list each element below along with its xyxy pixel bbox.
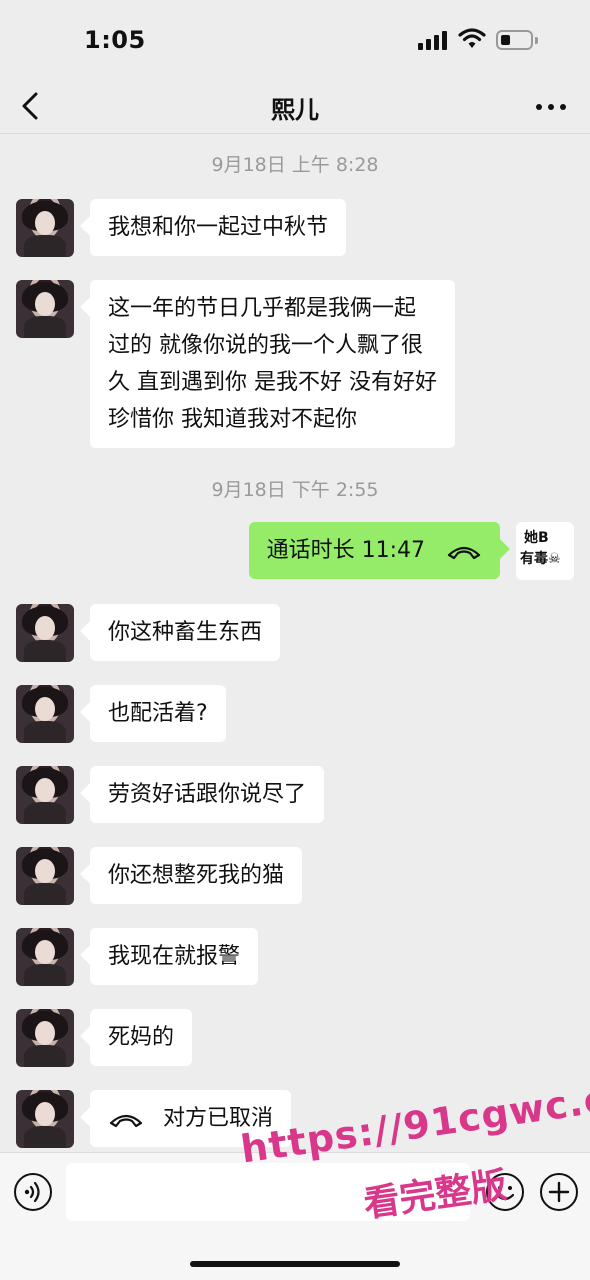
contact-avatar[interactable] bbox=[16, 199, 74, 257]
message-bubble[interactable]: 死妈的 bbox=[90, 1009, 193, 1066]
timestamp: 9月18日 上午 8:28 bbox=[211, 154, 379, 176]
message-text: 你还想整死我的猫 bbox=[108, 863, 285, 888]
phone-handset-icon bbox=[447, 546, 481, 560]
message-bubble[interactable]: 劳资好话跟你说尽了 bbox=[90, 766, 325, 823]
voice-input-icon[interactable] bbox=[14, 1173, 52, 1211]
home-indicator[interactable] bbox=[190, 1261, 400, 1267]
my-avatar-line2: 有毒☠ bbox=[520, 551, 561, 567]
message-bubble[interactable]: 你还想整死我的猫 bbox=[90, 847, 303, 904]
message-bubble[interactable]: 也配活着? bbox=[90, 685, 226, 742]
contact-avatar[interactable] bbox=[16, 280, 74, 338]
contact-avatar[interactable] bbox=[16, 928, 74, 986]
message-text: 你这种畜生东西 bbox=[108, 620, 263, 645]
wifi-icon bbox=[458, 28, 486, 48]
contact-avatar[interactable] bbox=[16, 1090, 74, 1148]
message-bubble[interactable]: 我想和你一起过中秋节 bbox=[90, 199, 347, 256]
message-bubble[interactable]: 这一年的节日几乎都是我俩一起 过的 就像你说的我一个人飘了很 久 直到遇到你 是… bbox=[90, 280, 455, 448]
my-avatar[interactable]: 她B 有毒☠ bbox=[516, 522, 574, 580]
battery-icon bbox=[496, 30, 538, 50]
message-text: 也配活着? bbox=[108, 701, 208, 726]
add-more-icon[interactable] bbox=[540, 1173, 578, 1211]
chat-title: 熙儿 bbox=[271, 96, 319, 124]
timestamp: 9月18日 下午 2:55 bbox=[211, 479, 379, 501]
more-options-icon[interactable] bbox=[534, 92, 568, 122]
status-time: 1:05 bbox=[84, 26, 146, 54]
message-text: 劳资好话跟你说尽了 bbox=[108, 782, 307, 807]
nav-bar: 熙儿 bbox=[0, 80, 590, 134]
cellular-signal-icon bbox=[418, 30, 448, 50]
contact-avatar[interactable] bbox=[16, 766, 74, 824]
message-bubble[interactable]: 我现在就报警 bbox=[90, 928, 259, 985]
message-text: 我现在就报警 bbox=[108, 944, 241, 969]
status-bar: 1:05 bbox=[0, 0, 590, 80]
message-text: 死妈的 bbox=[108, 1025, 175, 1050]
my-avatar-line1: 她B bbox=[524, 530, 549, 546]
call-duration-text: 通话时长 11:47 bbox=[266, 538, 425, 563]
message-text: 我想和你一起过中秋节 bbox=[108, 215, 329, 240]
message-bubble[interactable]: 你这种畜生东西 bbox=[90, 604, 281, 661]
contact-avatar[interactable] bbox=[16, 847, 74, 905]
contact-avatar[interactable] bbox=[16, 1009, 74, 1067]
message-text: 这一年的节日几乎都是我俩一起 过的 就像你说的我一个人飘了很 久 直到遇到你 是… bbox=[108, 296, 437, 432]
contact-avatar[interactable] bbox=[16, 604, 74, 662]
call-duration-bubble[interactable]: 通话时长 11:47 bbox=[248, 522, 500, 579]
contact-avatar[interactable] bbox=[16, 685, 74, 743]
phone-handset-icon bbox=[109, 1114, 143, 1128]
